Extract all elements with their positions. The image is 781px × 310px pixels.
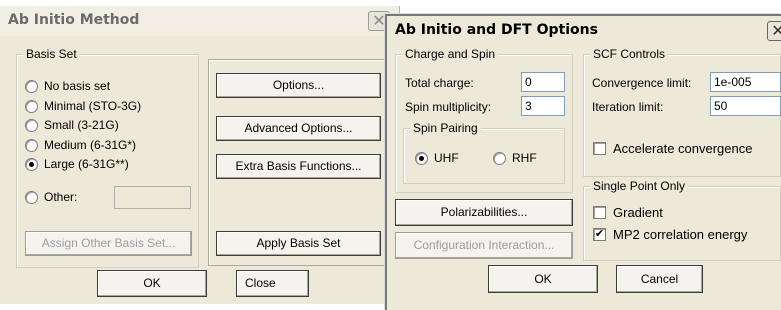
basis-medium-label: Medium (6-31G*) (44, 138, 137, 152)
basis-large-radio[interactable] (25, 157, 38, 171)
gradient-label: Gradient (613, 205, 663, 220)
dft-cancel-button[interactable]: Cancel (616, 265, 703, 293)
accelerate-convergence-label: Accelerate convergence (613, 141, 753, 156)
spin-uhf-label: UHF (434, 151, 459, 165)
spin-multiplicity-label: Spin multiplicity: (405, 100, 492, 114)
spin-rhf-option[interactable]: RHF (493, 151, 537, 165)
iteration-limit-label: Iteration limit: (592, 100, 664, 114)
dft-dialog-close-icon[interactable]: ✕ (767, 21, 781, 41)
extra-basis-functions-button[interactable]: Extra Basis Functions... (216, 154, 381, 179)
method-ok-button[interactable]: OK (97, 270, 207, 297)
dft-dialog-title: Ab Initio and DFT Options (395, 22, 598, 38)
basis-option-other[interactable]: Other: (25, 190, 77, 204)
basis-option-large[interactable]: Large (6-31G**) (25, 157, 129, 171)
scf-controls-legend: SCF Controls (590, 47, 669, 61)
accelerate-convergence-option[interactable]: Accelerate convergence (593, 141, 752, 156)
accelerate-convergence-checkbox[interactable] (593, 142, 606, 155)
basis-large-label: Large (6-31G**) (44, 157, 129, 171)
convergence-limit-input[interactable]: 1e-005 (710, 72, 781, 92)
total-charge-row: Total charge: (405, 76, 474, 90)
dft-ok-button[interactable]: OK (488, 265, 598, 293)
convergence-limit-row: Convergence limit: (592, 76, 691, 90)
polarizabilities-button[interactable]: Polarizabilities... (395, 199, 573, 226)
total-charge-input[interactable]: 0 (521, 72, 565, 92)
spin-multiplicity-input[interactable]: 3 (521, 96, 565, 116)
basis-none-label: No basis set (44, 79, 111, 93)
basis-minimal-radio[interactable] (25, 99, 38, 113)
ab-initio-dft-options-dialog: Ab Initio and DFT Options ✕ Charge and S… (385, 14, 781, 310)
configuration-interaction-button[interactable]: Configuration Interaction... (395, 232, 573, 259)
spin-pairing-legend: Spin Pairing (410, 121, 481, 135)
basis-option-minimal[interactable]: Minimal (STO-3G) (25, 99, 141, 113)
iteration-limit-input[interactable]: 50 (710, 96, 781, 116)
basis-option-small[interactable]: Small (3-21G) (25, 118, 119, 132)
convergence-limit-label: Convergence limit: (592, 76, 692, 90)
gradient-option[interactable]: Gradient (593, 205, 663, 220)
dft-dialog-titlebar[interactable]: Ab Initio and DFT Options ✕ (387, 16, 781, 46)
charge-spin-legend: Charge and Spin (402, 47, 499, 61)
basis-small-label: Small (3-21G) (44, 118, 119, 132)
basis-option-none[interactable]: No basis set (25, 79, 110, 93)
method-dialog-title: Ab Initio Method (8, 12, 140, 28)
basis-none-radio[interactable] (25, 79, 38, 93)
assign-other-basis-set-button[interactable]: Assign Other Basis Set... (25, 231, 192, 256)
spin-rhf-radio[interactable] (493, 151, 506, 165)
basis-small-radio[interactable] (25, 118, 38, 132)
method-dialog-titlebar[interactable]: Ab Initio Method ✕ (0, 6, 399, 36)
mp2-correlation-label: MP2 correlation energy (613, 227, 748, 242)
basis-other-radio[interactable] (25, 190, 38, 204)
basis-medium-radio[interactable] (25, 138, 38, 152)
single-point-group: Single Point Only (583, 179, 781, 261)
iteration-limit-row: Iteration limit: (592, 100, 663, 114)
spin-rhf-label: RHF (512, 151, 537, 165)
gradient-checkbox[interactable] (593, 206, 606, 219)
basis-minimal-label: Minimal (STO-3G) (44, 99, 142, 113)
single-point-legend: Single Point Only (590, 179, 689, 193)
basis-option-medium[interactable]: Medium (6-31G*) (25, 138, 136, 152)
method-close-button[interactable]: Close (236, 270, 309, 297)
basis-other-label: Other: (44, 190, 78, 204)
advanced-options-button[interactable]: Advanced Options... (216, 116, 381, 141)
spin-uhf-radio[interactable] (415, 151, 428, 165)
mp2-correlation-option[interactable]: ✔ MP2 correlation energy (593, 227, 747, 242)
ab-initio-method-dialog: Ab Initio Method ✕ Basis Set No basis se… (0, 6, 400, 304)
spin-uhf-option[interactable]: UHF (415, 151, 459, 165)
mp2-correlation-checkbox[interactable]: ✔ (593, 228, 606, 241)
spin-multiplicity-row: Spin multiplicity: (405, 100, 491, 114)
basis-set-legend: Basis Set (23, 47, 80, 61)
options-button[interactable]: Options... (216, 73, 381, 98)
total-charge-label: Total charge: (405, 76, 474, 90)
apply-basis-set-button[interactable]: Apply Basis Set (216, 231, 381, 256)
checkmark-icon: ✔ (594, 228, 605, 240)
basis-other-input[interactable] (114, 186, 191, 209)
